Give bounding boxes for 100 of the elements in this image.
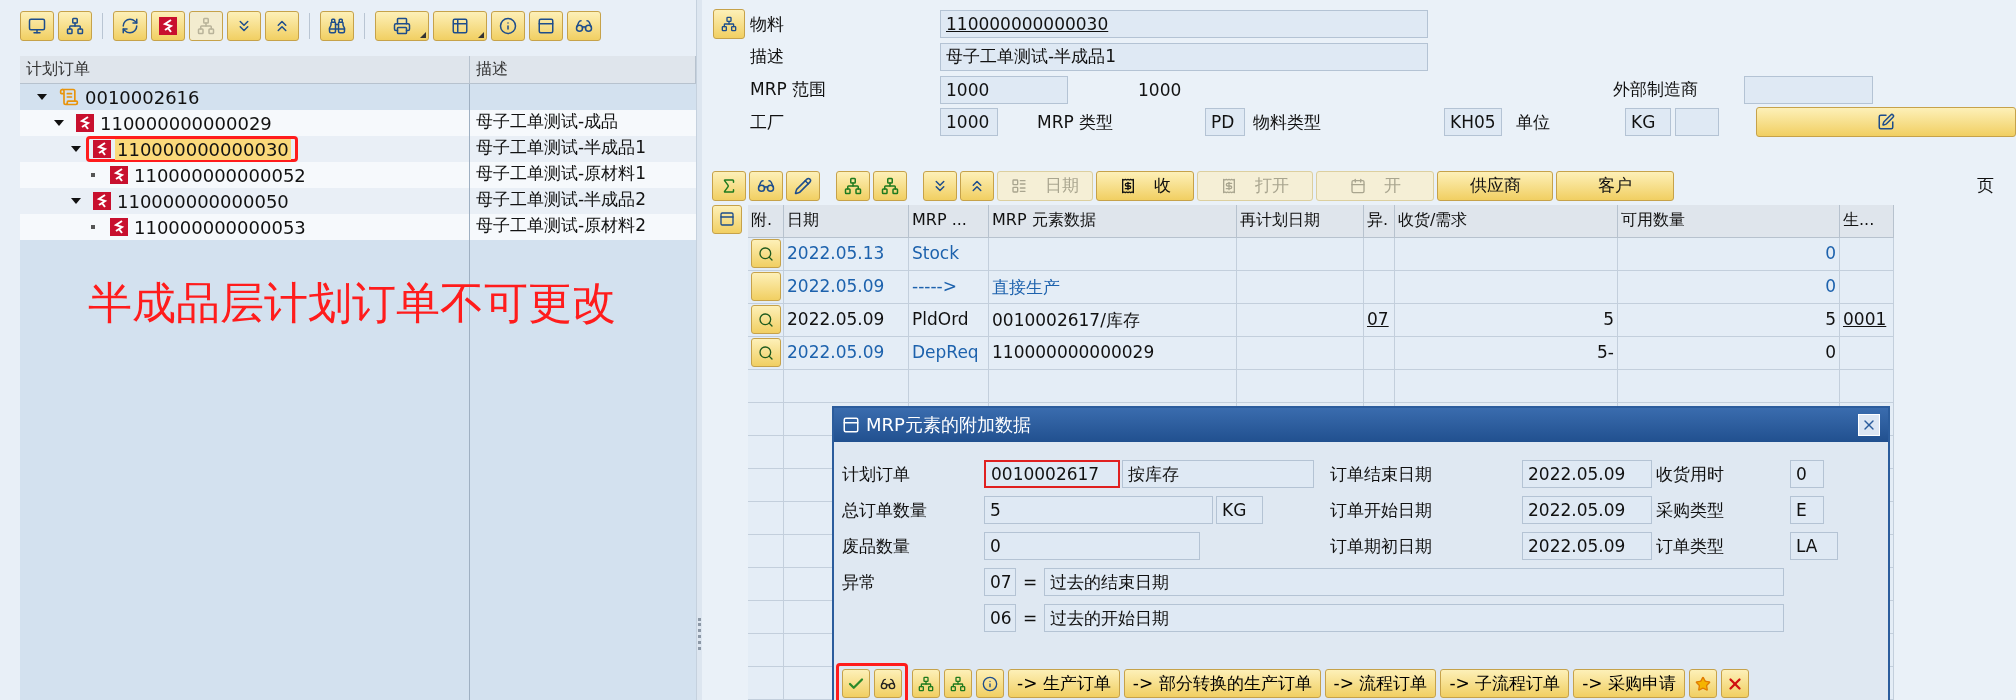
order-icon — [76, 114, 94, 132]
exception-code-field[interactable]: 06 — [984, 604, 1016, 632]
glasses-button[interactable] — [874, 669, 902, 698]
navigate-button[interactable]: -> 子流程订单 — [1440, 669, 1570, 698]
unit-field[interactable]: KG — [1216, 496, 1263, 524]
column-header[interactable]: 生... — [1840, 204, 1894, 238]
navigate-button[interactable]: -> 流程订单 — [1324, 669, 1437, 698]
refresh-button[interactable] — [113, 11, 147, 41]
tree-node[interactable]: 110000000000029 — [98, 112, 274, 134]
column-header[interactable]: 异. — [1364, 204, 1395, 238]
calendar-icon — [1349, 177, 1366, 194]
mrp-type-field[interactable]: PD — [1205, 108, 1245, 137]
description-field[interactable]: 母子工单测试-半成品1 — [940, 42, 1428, 71]
table-cell: Stock — [909, 237, 989, 271]
sum-button[interactable] — [712, 170, 746, 201]
info-button[interactable] — [976, 669, 1004, 698]
order-icon — [93, 140, 111, 158]
window-icon — [537, 17, 555, 35]
collapse-triangle-icon[interactable] — [71, 196, 81, 206]
navigate-button[interactable]: -> 生产订单 — [1008, 669, 1120, 698]
value-field[interactable]: 0010002617 — [984, 460, 1120, 488]
column-header[interactable]: MRP 元素数据 — [989, 204, 1237, 238]
exception-text-field[interactable]: 过去的结束日期 — [1044, 568, 1784, 596]
column-header[interactable]: MRP ... — [909, 204, 989, 238]
collapse-triangle-icon[interactable] — [37, 92, 47, 102]
list-icon — [1011, 177, 1027, 194]
tree-node[interactable]: 110000000000052 — [132, 164, 308, 186]
table-cell: 5 — [1618, 303, 1840, 337]
field-label: 总订单数量 — [842, 498, 928, 522]
material-type-field[interactable]: KH05 — [1444, 108, 1502, 137]
tree-structure-button[interactable] — [912, 669, 940, 698]
exception-text-field[interactable]: 过去的开始日期 — [1044, 604, 1784, 632]
tree-structure-button[interactable] — [873, 170, 907, 201]
unit-field[interactable]: KG — [1625, 108, 1671, 137]
table-cell — [1364, 237, 1395, 271]
value-field[interactable]: 按库存 — [1122, 460, 1314, 488]
date-field[interactable]: 2022.05.09 — [1522, 460, 1652, 488]
field-label: 收货用时 — [1656, 462, 1725, 486]
window-button[interactable] — [529, 11, 563, 41]
plant-field[interactable]: 1000 — [940, 108, 998, 137]
table-cell — [1840, 270, 1894, 304]
value-field[interactable]: LA — [1790, 532, 1838, 560]
column-header[interactable]: 附. — [748, 204, 784, 238]
cancel-button[interactable] — [1721, 669, 1749, 698]
column-header[interactable]: 计划订单 — [20, 56, 470, 83]
exception-code-field[interactable]: 07 — [984, 568, 1016, 596]
value-field[interactable]: 0 — [984, 532, 1200, 560]
pencil-button[interactable] — [786, 170, 820, 201]
tree-structure-button[interactable] — [944, 669, 972, 698]
table-cell — [1364, 270, 1395, 304]
print-button[interactable] — [375, 11, 429, 41]
tree-node[interactable]: 110000000000050 — [115, 190, 291, 212]
glasses-button[interactable] — [567, 11, 601, 41]
navigate-button[interactable]: -> 采购申请 — [1573, 669, 1685, 698]
table-link[interactable]: 07 — [1364, 303, 1395, 337]
glasses-button[interactable] — [749, 170, 783, 201]
order-button[interactable] — [151, 11, 185, 41]
table-cell — [1364, 369, 1395, 403]
column-header[interactable]: 再计划日期 — [1237, 204, 1364, 238]
star-icon — [1695, 675, 1711, 692]
collapse-triangle-icon[interactable] — [71, 144, 81, 154]
empty-field[interactable] — [1675, 108, 1719, 137]
column-header[interactable]: 收货/需求 — [1395, 204, 1618, 238]
monitor-button[interactable] — [20, 11, 54, 41]
expand-all-button[interactable] — [923, 170, 957, 201]
toolbar-button[interactable]: 供应商 — [1437, 170, 1553, 201]
expand-all-button[interactable] — [227, 11, 261, 41]
toolbar-button[interactable]: 客户 — [1556, 170, 1674, 201]
table-link[interactable]: 0001 — [1840, 303, 1894, 337]
tree-node[interactable]: 110000000000030 — [115, 138, 291, 160]
tree-node[interactable]: 110000000000053 — [132, 216, 308, 238]
tree-structure-button[interactable] — [836, 170, 870, 201]
confirm-button[interactable] — [842, 669, 870, 698]
value-field[interactable]: E — [1790, 496, 1824, 524]
value-field[interactable]: 5 — [984, 496, 1213, 524]
tree-node[interactable]: 0010002616 — [83, 86, 202, 108]
star-button[interactable] — [1689, 669, 1717, 698]
navigate-button[interactable]: -> 部分转换的生产订单 — [1123, 669, 1321, 698]
layout-icon — [719, 211, 735, 228]
tree-structure-button[interactable] — [58, 11, 92, 41]
tree-structure-button[interactable] — [713, 9, 745, 40]
column-header[interactable]: 可用数量 — [1618, 204, 1840, 238]
material-field[interactable]: 110000000000030 — [940, 10, 1428, 39]
monitor-icon — [28, 17, 46, 35]
description-text: 母子工单测试-原材料2 — [475, 214, 647, 237]
mrp-area-field[interactable]: 1000 — [940, 75, 1068, 104]
table-button[interactable] — [433, 11, 487, 41]
toolbar-button[interactable]: 收 — [1096, 170, 1194, 201]
date-field[interactable]: 2022.05.09 — [1522, 496, 1652, 524]
date-field[interactable]: 2022.05.09 — [1522, 532, 1652, 560]
collapse-all-button[interactable] — [960, 170, 994, 201]
binoculars-button[interactable] — [320, 11, 354, 41]
collapse-all-button[interactable] — [265, 11, 299, 41]
info-button[interactable] — [491, 11, 525, 41]
column-header[interactable]: 日期 — [784, 204, 909, 238]
close-button[interactable] — [1858, 414, 1880, 436]
collapse-triangle-icon[interactable] — [54, 118, 64, 128]
value-field[interactable]: 0 — [1790, 460, 1824, 488]
manufacturer-field[interactable] — [1744, 75, 1873, 104]
layout-button[interactable] — [712, 204, 742, 234]
